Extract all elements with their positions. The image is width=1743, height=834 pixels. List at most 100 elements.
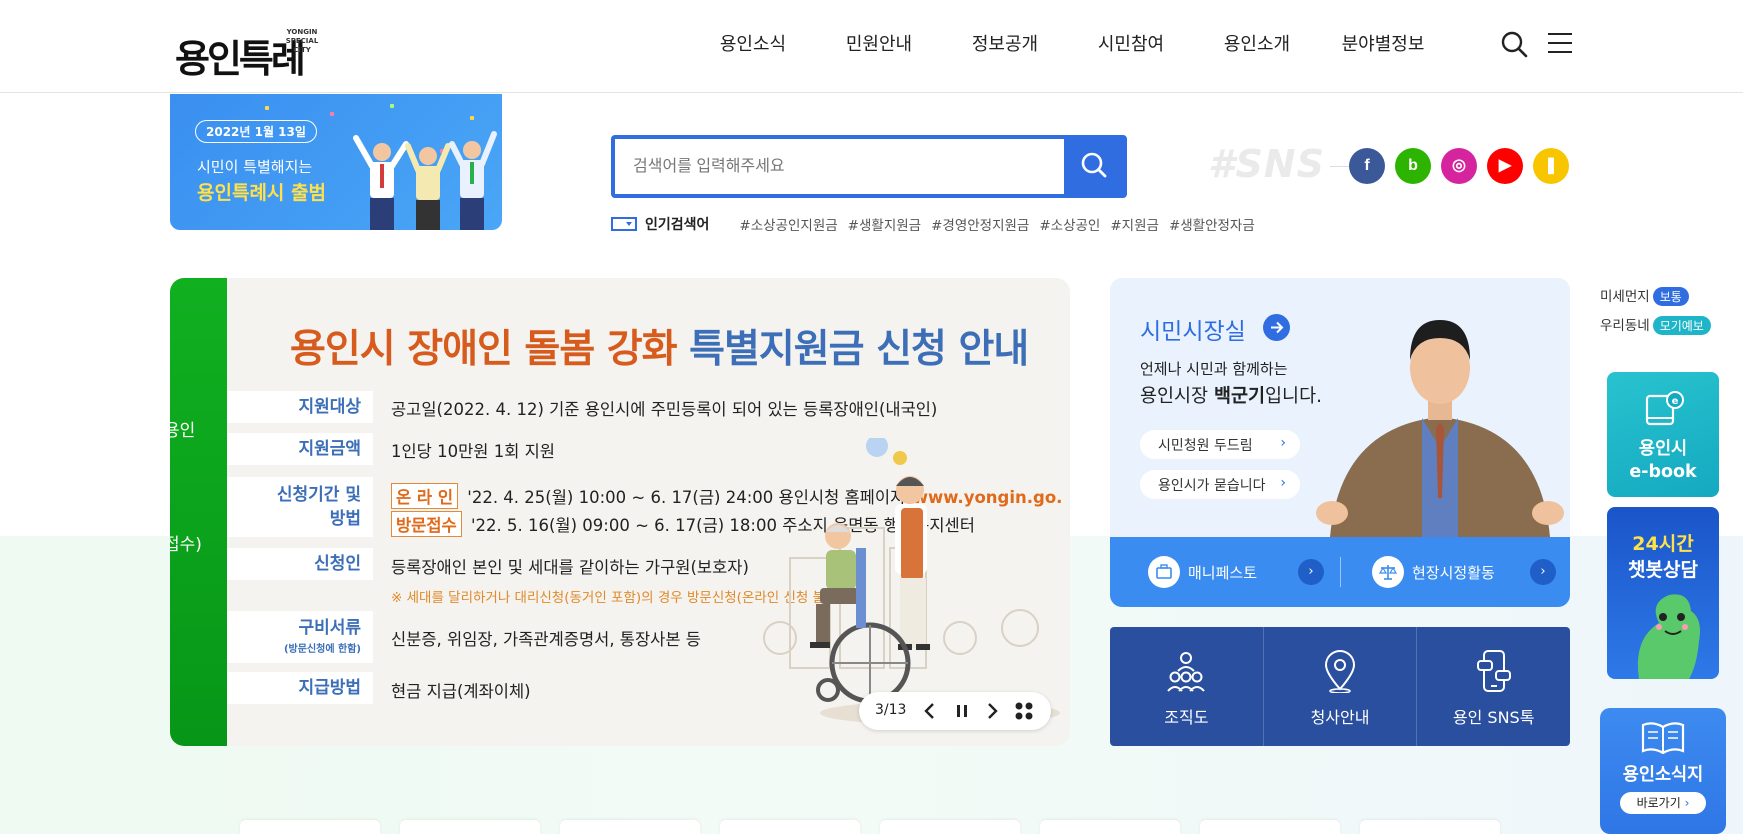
slide-page-indicator: 3/13 (875, 702, 907, 718)
site-logo[interactable]: 용인특례시 YONGIN SPECIAL CITY (175, 26, 325, 136)
next-slide-icon[interactable] (981, 700, 1003, 722)
previous-slide-peek[interactable]: 용인 접수) (170, 278, 227, 746)
slide-title: 용인시 장애인 돌봄 강화 특별지원금 신청 안내 (290, 318, 1029, 374)
service-card[interactable] (720, 820, 860, 834)
quick-city-hall-guide[interactable]: 청사안내 (1264, 627, 1418, 746)
pause-icon[interactable] (951, 700, 973, 722)
chevron-right-icon: › (1280, 475, 1286, 491)
view-all-grid-icon[interactable] (1013, 700, 1035, 722)
mayor-office-title[interactable]: 시민시장실 (1140, 312, 1246, 346)
search-input[interactable] (633, 149, 1033, 185)
org-chart-icon (1167, 652, 1206, 692)
service-card[interactable] (1200, 820, 1340, 834)
youtube-icon[interactable]: ▶ (1487, 148, 1523, 184)
keyword-tag[interactable]: #지원금 (1110, 214, 1159, 234)
caregiver-wheelchair-illustration (763, 438, 1060, 725)
docs-label: 구비서류 (298, 618, 361, 638)
chevron-right-icon: › (1280, 435, 1286, 451)
chatbot-title-line2: 챗봇상담 (1628, 559, 1698, 581)
mayor-desc-line1: 언제나 시민과 함께하는 (1140, 360, 1288, 378)
keyword-tag[interactable]: #생활안정자금 (1169, 214, 1255, 234)
row-label-docs: 구비서류 (방문신청에 한함) (227, 611, 373, 663)
fine-dust-status[interactable]: 미세먼지 보통 (1600, 285, 1689, 306)
arrow-right-icon[interactable] (1263, 314, 1290, 341)
service-card[interactable] (1360, 820, 1500, 834)
confetti (265, 106, 269, 110)
quick-sns-talk[interactable]: 용인 SNS톡 (1417, 627, 1570, 746)
instagram-icon[interactable]: ◎ (1441, 148, 1477, 184)
newsletter-go-button[interactable]: 바로가기 › (1620, 792, 1706, 814)
neighborhood-label: 우리동네 (1600, 318, 1650, 334)
confetti (470, 116, 474, 120)
search-icon (1081, 152, 1107, 178)
svg-text:e: e (1672, 396, 1679, 407)
online-pill: 온 라 인 (391, 483, 459, 509)
chatbot-card[interactable]: 24시간 챗봇상담 (1607, 507, 1719, 679)
scale-icon (1372, 556, 1404, 588)
mayor-portrait (1316, 320, 1564, 537)
mayor-desc-line2: 용인시장 백군기입니다. (1140, 382, 1322, 408)
newsletter-card[interactable]: 용인소식지 바로가기 › (1600, 708, 1726, 834)
row-value-amount: 1인당 10만원 1회 지원 (391, 442, 555, 461)
prev-slide-icon[interactable] (919, 700, 941, 722)
manifesto-link[interactable]: 매니페스토 › (1148, 556, 1328, 588)
main-visual-slider[interactable]: 용인 접수) 용인시 장애인 돌봄 강화 특별지원금 신청 안내 지원대상 공고… (170, 278, 1070, 746)
ebook-title-line1: 용인시 (1638, 439, 1688, 459)
neighborhood-status[interactable]: 우리동네 모기예보 (1600, 314, 1711, 335)
header-search-icon[interactable] (1500, 30, 1528, 58)
dinosaur-mascot-icon (1637, 594, 1700, 679)
keyword-tag[interactable]: #생활지원금 (848, 214, 921, 234)
petition-link[interactable]: 시민청원 두드림 › (1140, 430, 1300, 459)
slide-title-part1: 용인시 장애인 돌봄 강화 (290, 327, 678, 372)
kakao-icon[interactable]: ❚ (1533, 148, 1569, 184)
popular-keywords: 인기검색어 #소상공인지원금 #생활지원금 #경영안정지원금 #소상공인 #지원… (611, 214, 1265, 234)
hamburger-menu-icon[interactable] (1548, 30, 1572, 56)
nav-item-fields[interactable]: 분야별정보 (1320, 30, 1446, 56)
confetti (390, 104, 394, 108)
keyword-tag[interactable]: #소상공인지원금 (739, 214, 837, 234)
nav-item-civil[interactable]: 민원안내 (816, 30, 942, 56)
confetti (330, 112, 334, 116)
mayor-quick-bar: 매니페스토 › 현장시정활동 › (1110, 537, 1570, 607)
nav-item-participation[interactable]: 시민참여 (1068, 30, 1194, 56)
peek-text: 접수) (170, 535, 202, 555)
ebook-icon: e (1645, 391, 1684, 426)
keyword-tag[interactable]: #소상공인 (1039, 214, 1100, 234)
row-label-pay: 지급방법 (227, 672, 373, 704)
popular-keywords-toggle-icon[interactable] (611, 217, 637, 231)
keyword-tag[interactable]: #경영안정지원금 (931, 214, 1029, 234)
service-card[interactable] (880, 820, 1020, 834)
smartphone-icon (1476, 650, 1511, 692)
nav-item-about[interactable]: 용인소개 (1194, 30, 1320, 56)
nav-item-info[interactable]: 정보공개 (942, 30, 1068, 56)
popular-keywords-title: 인기검색어 (645, 217, 710, 233)
docs-sublabel: (방문신청에 한함) (283, 644, 361, 655)
logo-subtitle: YONGIN SPECIAL CITY (285, 28, 319, 54)
field-activity-link[interactable]: 현장시정활동 › (1372, 556, 1556, 588)
quick-sns-talk-label: 용인 SNS톡 (1452, 708, 1535, 727)
main-nav: 용인소식 민원안내 정보공개 시민참여 용인소개 분야별정보 (690, 30, 1446, 56)
fine-dust-badge: 보통 (1652, 287, 1689, 306)
ebook-card[interactable]: e 용인시 e-book (1607, 372, 1719, 497)
row-label-amount: 지원금액 (227, 433, 373, 465)
newsletter-title: 용인소식지 (1622, 765, 1704, 785)
service-card[interactable] (560, 820, 700, 834)
service-card[interactable] (1040, 820, 1180, 834)
mayor-desc-prefix: 용인시장 (1140, 386, 1214, 407)
quick-city-hall-label: 청사안내 (1310, 708, 1370, 727)
service-card[interactable] (400, 820, 540, 834)
facebook-icon[interactable]: f (1349, 148, 1385, 184)
period-label-line2: 방법 (329, 509, 361, 529)
service-card[interactable] (240, 820, 380, 834)
chevron-right-icon: › (1684, 796, 1690, 810)
blog-icon[interactable]: b (1395, 148, 1431, 184)
survey-link[interactable]: 용인시가 묻습니다 › (1140, 470, 1300, 499)
search-button[interactable] (1064, 138, 1124, 195)
promo-banner[interactable]: 2022년 1월 13일 시민이 특별해지는 용인특례시 출범 (170, 94, 502, 230)
celebrating-people-illustration (353, 131, 497, 230)
nav-item-news[interactable]: 용인소식 (690, 30, 816, 56)
quick-org-chart[interactable]: 조직도 (1110, 627, 1264, 746)
row-label-applicant: 신청인 (227, 548, 373, 580)
period-label-line1: 신청기간 및 (276, 485, 361, 505)
mayor-name: 백군기 (1213, 386, 1266, 407)
